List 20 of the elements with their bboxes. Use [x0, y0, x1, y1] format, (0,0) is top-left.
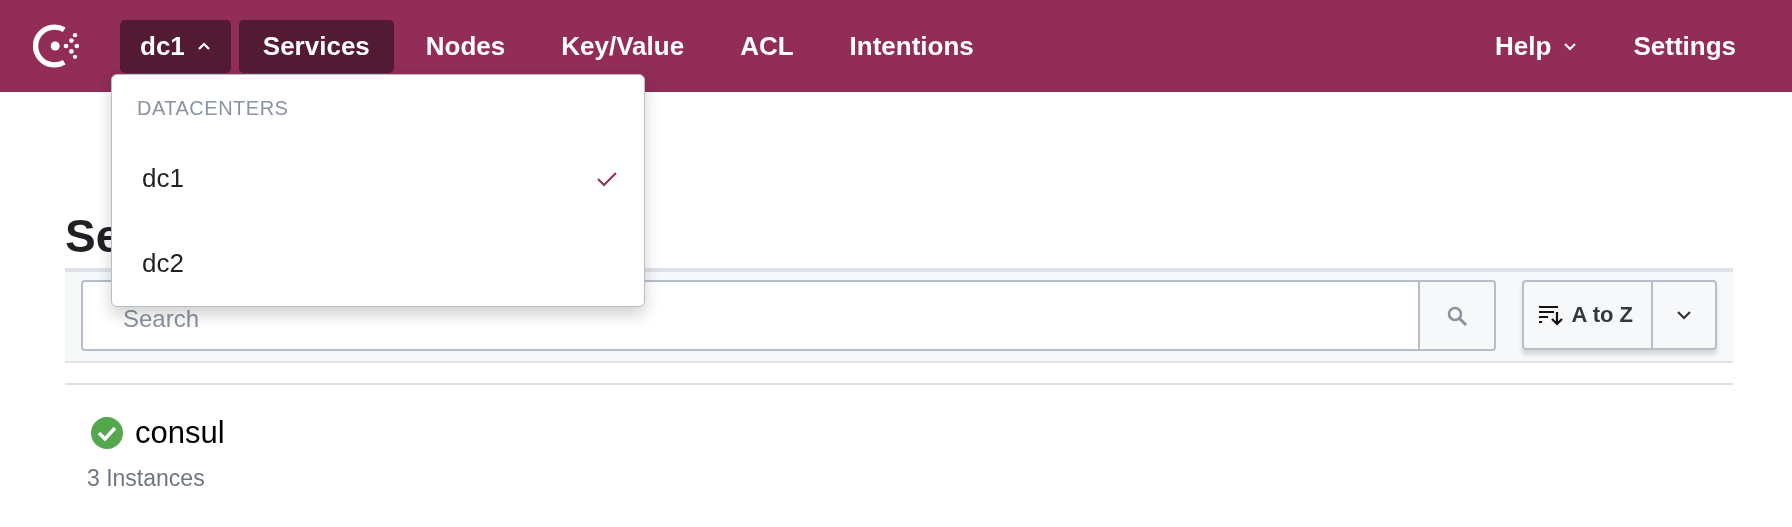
search-icon — [1445, 304, 1468, 327]
datacenter-button[interactable]: dc1 — [120, 19, 231, 73]
nav-tab[interactable]: Key/Value — [537, 19, 709, 73]
nav-tab[interactable]: ACL — [716, 19, 818, 73]
nav-tab[interactable]: Nodes — [401, 19, 530, 73]
sort-icon — [1537, 304, 1564, 326]
chevron-down-icon — [1676, 310, 1692, 320]
settings-link[interactable]: Settings — [1609, 19, 1760, 73]
help-menu-button[interactable]: Help — [1471, 19, 1602, 73]
menu-item[interactable]: dc1 — [112, 136, 644, 221]
nav-tab[interactable]: Services — [238, 19, 394, 73]
menu-item-label: dc2 — [142, 248, 184, 279]
nav-tab[interactable]: Intentions — [825, 19, 998, 73]
chevron-down-icon — [1563, 41, 1578, 51]
instance-count: 3 Instances — [87, 465, 206, 492]
search-button[interactable] — [1417, 280, 1496, 351]
menu-item-label: dc1 — [142, 163, 184, 194]
caret-icon — [196, 41, 211, 51]
service-name-link[interactable]: consul — [135, 415, 225, 451]
menu-heading: DATACENTERS — [136, 97, 290, 120]
